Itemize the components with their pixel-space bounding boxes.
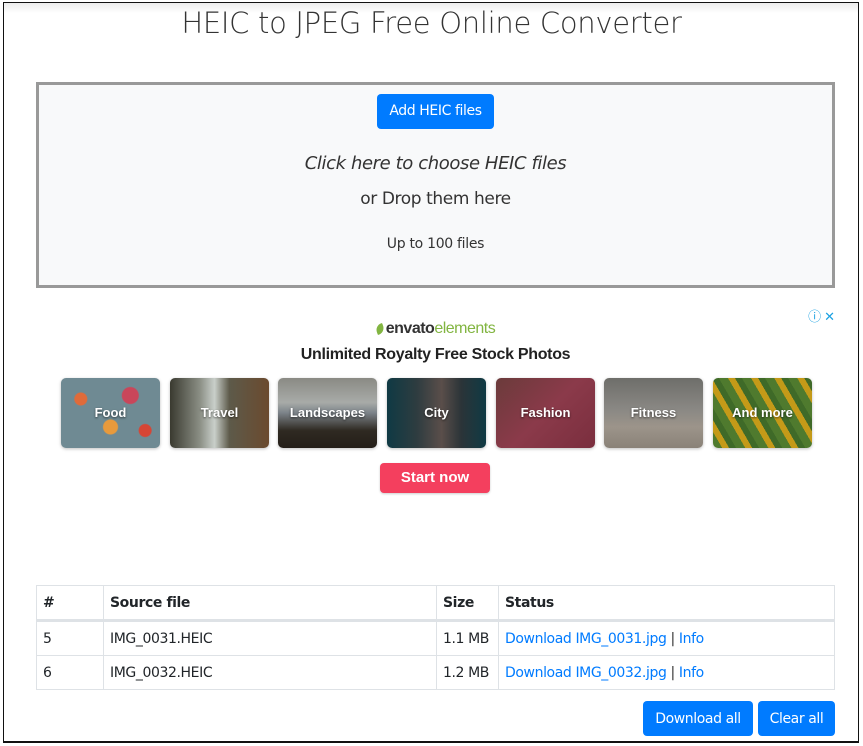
- row-source-file: IMG_0031.HEIC: [103, 620, 437, 656]
- col-header-size: Size: [436, 585, 499, 622]
- leaf-icon: [374, 322, 386, 336]
- row-number: 6: [36, 655, 104, 690]
- ad-tile-city[interactable]: City: [387, 378, 486, 448]
- row-status: Download IMG_0031.jpg | Info: [498, 620, 835, 656]
- ad-brand-logo: envatoelements: [36, 320, 835, 338]
- ad-tile-landscapes[interactable]: Landscapes: [278, 378, 377, 448]
- row-size: 1.2 MB: [436, 655, 499, 690]
- file-dropzone[interactable]: Add HEIC files Click here to choose HEIC…: [36, 82, 835, 288]
- ad-start-now-button[interactable]: Start now: [380, 463, 490, 493]
- link-separator: |: [670, 664, 676, 681]
- download-file-link[interactable]: Download IMG_0031.jpg: [505, 631, 667, 647]
- ad-tile-travel[interactable]: Travel: [170, 378, 269, 448]
- advertisement[interactable]: ⓘ ✕ envatoelements Unlimited Royalty Free…: [36, 300, 835, 500]
- ad-tile-fitness[interactable]: Fitness: [604, 378, 703, 448]
- table-row: 6 IMG_0032.HEIC 1.2 MB Download IMG_0032…: [36, 655, 835, 690]
- row-status: Download IMG_0032.jpg | Info: [498, 655, 835, 690]
- converted-files-table: # Source file Size Status 5 IMG_0031.HEI…: [36, 585, 835, 690]
- col-header-source-file: Source file: [103, 585, 437, 622]
- row-number: 5: [36, 620, 104, 656]
- page-title: HEIC to JPEG Free Online Converter: [181, 6, 682, 40]
- info-link[interactable]: Info: [679, 631, 704, 647]
- row-source-file: IMG_0032.HEIC: [103, 655, 437, 690]
- clear-all-button[interactable]: Clear all: [758, 701, 835, 736]
- download-all-button[interactable]: Download all: [643, 701, 753, 736]
- link-separator: |: [670, 630, 676, 647]
- download-file-link[interactable]: Download IMG_0032.jpg: [505, 665, 667, 681]
- info-link[interactable]: Info: [679, 665, 704, 681]
- file-limit-text: Up to 100 files: [386, 236, 485, 252]
- col-header-status: Status: [498, 585, 835, 622]
- ad-headline: Unlimited Royalty Free Stock Photos: [300, 346, 571, 363]
- brand-name-part1: envato: [385, 320, 435, 337]
- ad-tile-fashion[interactable]: Fashion: [496, 378, 595, 448]
- drop-files-text: or Drop them here: [360, 189, 511, 209]
- add-heic-files-button[interactable]: Add HEIC files: [377, 94, 494, 129]
- table-row: 5 IMG_0031.HEIC 1.1 MB Download IMG_0031…: [36, 620, 835, 656]
- col-header-number: #: [36, 585, 104, 622]
- ad-tile-and-more[interactable]: And more: [713, 378, 812, 448]
- table-header-row: # Source file Size Status: [36, 585, 835, 622]
- row-size: 1.1 MB: [436, 620, 499, 656]
- ad-tile-food[interactable]: Food: [61, 378, 160, 448]
- brand-name-part2: elements: [434, 320, 496, 337]
- choose-files-text: Click here to choose HEIC files: [304, 153, 567, 174]
